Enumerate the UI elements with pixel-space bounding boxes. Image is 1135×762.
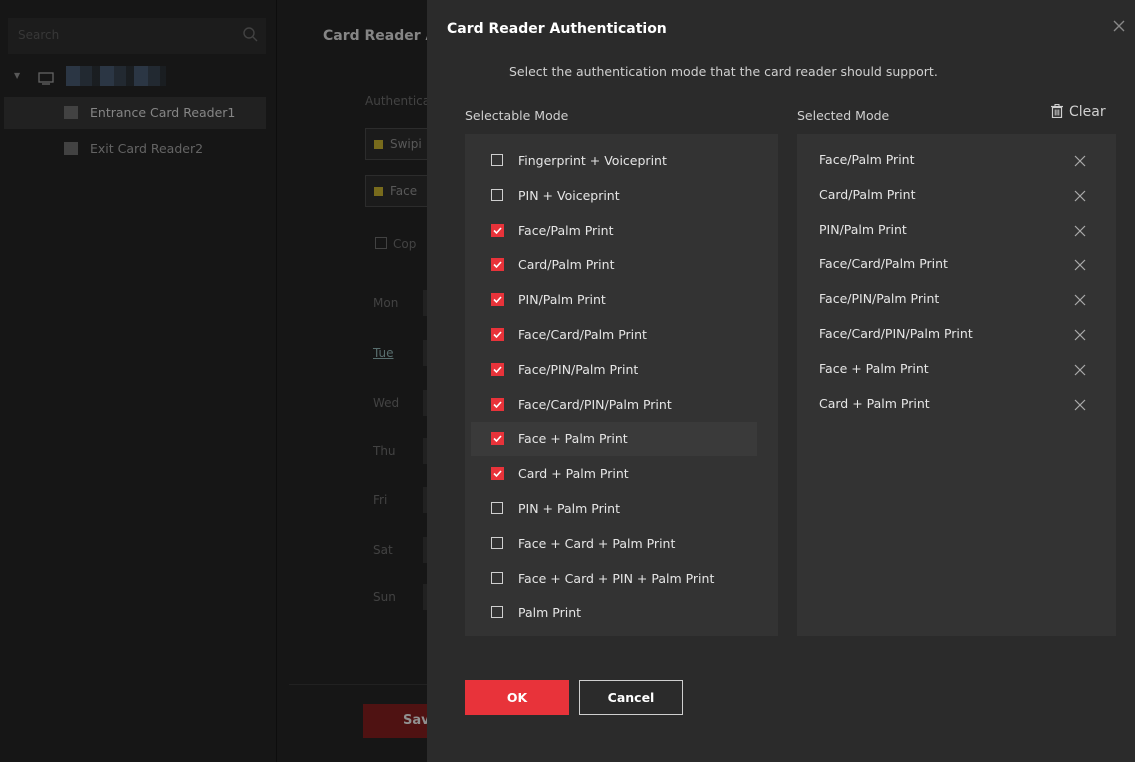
mode-option[interactable]: PIN + Voiceprint (471, 179, 757, 213)
checkbox-unchecked[interactable] (491, 502, 503, 514)
mode-option-label: Fingerprint + Voiceprint (518, 153, 667, 168)
mode-option[interactable]: Card/Palm Print (471, 248, 757, 282)
checkbox-checked[interactable] (491, 432, 504, 446)
mode-option[interactable]: PIN + Palm Print (471, 492, 757, 526)
selected-mode-label: Face/Card/Palm Print (819, 256, 948, 272)
checkbox-checked[interactable] (491, 328, 504, 341)
selected-mode-label: Face/PIN/Palm Print (819, 291, 940, 307)
remove-icon[interactable] (1073, 153, 1087, 167)
checkbox-checked[interactable] (491, 362, 504, 376)
selected-mode-label: Card + Palm Print (819, 395, 930, 411)
checkbox-checked[interactable] (491, 223, 504, 237)
dialog-subtitle: Select the authentication mode that the … (509, 64, 938, 79)
mode-option-label: Card + Palm Print (518, 466, 629, 482)
modal-overlay (0, 0, 427, 762)
card-reader-authentication-dialog: Card Reader Authentication Select the au… (427, 0, 1135, 762)
mode-option-label: Face/Card/PIN/Palm Print (518, 396, 672, 412)
selected-mode-item: Face/Palm Print (797, 143, 1116, 177)
selected-mode-label: Face/Card/PIN/Palm Print (819, 326, 973, 341)
selected-mode-item: Card + Palm Print (797, 387, 1116, 421)
selectable-mode-title: Selectable Mode (465, 108, 569, 123)
selected-mode-list: Face/Palm Print Card/Palm Print PIN/Palm P… (797, 134, 1116, 636)
trash-icon (1051, 104, 1063, 119)
remove-icon[interactable] (1073, 292, 1087, 306)
remove-icon[interactable] (1073, 223, 1087, 237)
mode-option-label: Card/Palm Print (518, 257, 615, 273)
ok-button[interactable]: OK (465, 680, 569, 715)
mode-option[interactable]: Face/Palm Print (471, 214, 757, 248)
clear-button[interactable]: Clear (1051, 104, 1106, 120)
mode-option[interactable]: Face + Card + Palm Print (471, 527, 757, 561)
mode-option[interactable]: Face + Card + PIN + Palm Print (471, 562, 757, 596)
checkbox-unchecked[interactable] (491, 188, 503, 201)
remove-icon[interactable] (1073, 362, 1087, 376)
clear-label: Clear (1069, 104, 1106, 120)
remove-icon[interactable] (1073, 188, 1087, 202)
mode-option[interactable]: Face + Palm Print (471, 422, 757, 457)
mode-option[interactable]: Fingerprint + Voiceprint (471, 144, 757, 178)
selected-mode-item: Face/Card/PIN/Palm Print (797, 317, 1116, 351)
checkbox-checked[interactable] (491, 397, 504, 411)
mode-option-label: Face + Palm Print (518, 431, 628, 447)
mode-option-label: Face/Palm Print (518, 222, 614, 238)
dialog-title: Card Reader Authentication (447, 21, 667, 37)
selected-mode-label: Face + Palm Print (819, 360, 929, 376)
mode-option-label: Palm Print (518, 605, 582, 621)
mode-option-label: Face + Card + Palm Print (518, 535, 676, 551)
mode-option[interactable]: Palm Print (471, 596, 757, 630)
selectable-mode-list: Fingerprint + Voiceprint PIN + Voiceprint… (465, 134, 778, 636)
mode-option-label: Face/PIN/Palm Print (518, 361, 639, 377)
remove-icon[interactable] (1073, 397, 1087, 411)
checkbox-checked[interactable] (491, 293, 504, 307)
cancel-button[interactable]: Cancel (579, 680, 683, 715)
mode-option[interactable]: Face/Card/Palm Print (471, 318, 757, 352)
mode-option-label: PIN + Voiceprint (518, 187, 620, 203)
selected-mode-item: Face + Palm Print (797, 352, 1116, 386)
mode-option[interactable]: Face/Card/PIN/Palm Print (471, 388, 757, 422)
checkbox-checked[interactable] (491, 467, 504, 481)
mode-option-label: PIN/Palm Print (518, 292, 606, 308)
selected-mode-label: Face/Palm Print (819, 152, 915, 167)
selected-mode-item: Card/Palm Print (797, 178, 1116, 212)
close-icon[interactable] (1111, 18, 1127, 34)
mode-option-label: PIN + Palm Print (518, 501, 621, 516)
selected-mode-label: PIN/Palm Print (819, 221, 907, 237)
checkbox-unchecked[interactable] (491, 536, 503, 549)
checkbox-unchecked[interactable] (491, 606, 503, 619)
selected-mode-item: Face/Card/Palm Print (797, 247, 1116, 281)
remove-icon[interactable] (1073, 327, 1087, 341)
checkbox-unchecked[interactable] (491, 571, 503, 584)
mode-option[interactable]: Card + Palm Print (471, 457, 757, 491)
mode-option[interactable]: Face/PIN/Palm Print (471, 353, 757, 387)
mode-option-label: Face/Card/Palm Print (518, 327, 647, 342)
mode-option[interactable]: PIN/Palm Print (471, 283, 757, 317)
checkbox-unchecked[interactable] (491, 154, 503, 166)
selected-mode-title: Selected Mode (797, 108, 890, 123)
selected-mode-item: PIN/Palm Print (797, 213, 1116, 247)
selected-mode-item: Face/PIN/Palm Print (797, 282, 1116, 316)
mode-option-label: Face + Card + PIN + Palm Print (518, 570, 715, 586)
selected-mode-label: Card/Palm Print (819, 186, 916, 202)
remove-icon[interactable] (1073, 257, 1087, 271)
checkbox-checked[interactable] (491, 258, 504, 272)
